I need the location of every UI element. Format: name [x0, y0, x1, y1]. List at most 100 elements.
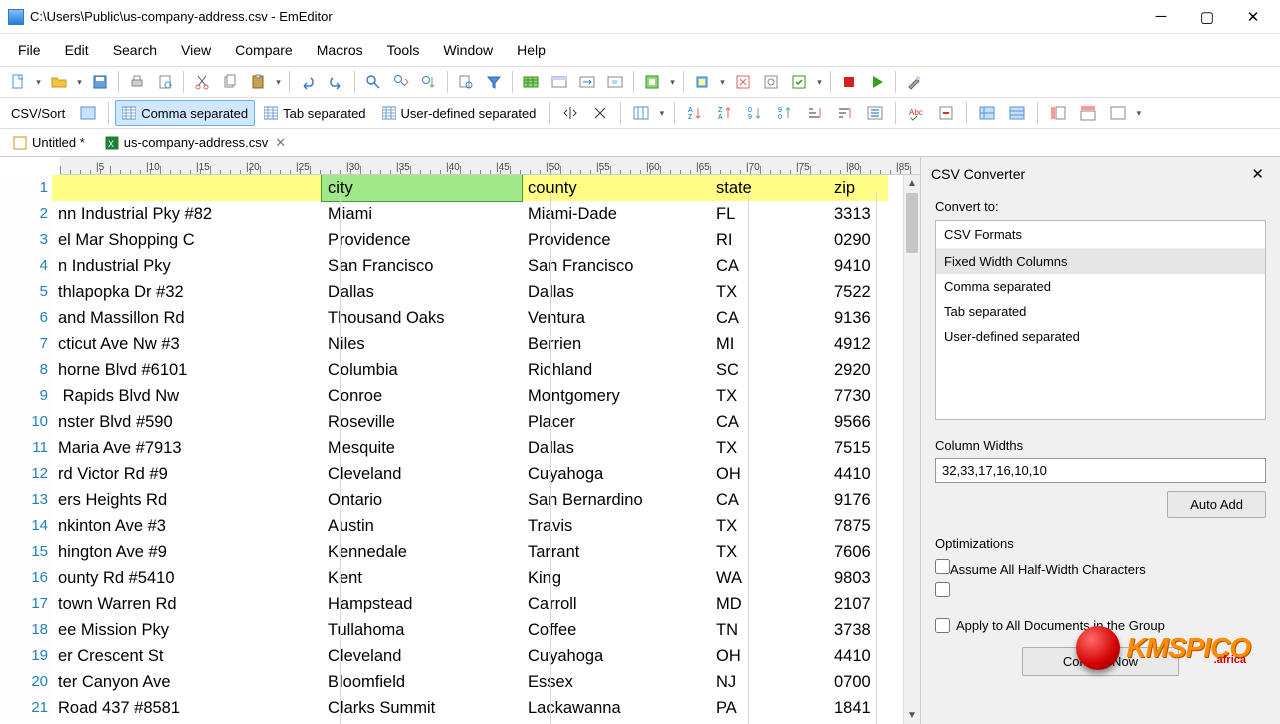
line-number[interactable]: 2: [0, 201, 52, 227]
tab-close-icon[interactable]: ✕: [273, 135, 288, 151]
cell[interactable]: 3738: [828, 617, 888, 643]
format-option[interactable]: User-defined separated: [936, 324, 1265, 349]
cell[interactable]: 9136: [828, 305, 888, 331]
cell[interactable]: 9410: [828, 253, 888, 279]
maximize-button[interactable]: ▢: [1184, 2, 1230, 32]
cell[interactable]: 7730: [828, 383, 888, 409]
cell[interactable]: Travis: [522, 513, 710, 539]
cell[interactable]: and Massillon Rd: [52, 305, 322, 331]
scrollbar-thumb[interactable]: [906, 193, 918, 253]
cell[interactable]: Lackawanna: [522, 695, 710, 721]
cell[interactable]: 4912: [828, 331, 888, 357]
cell[interactable]: 7522: [828, 279, 888, 305]
line-number[interactable]: 20: [0, 669, 52, 695]
vertical-scrollbar[interactable]: ▲ ▼: [903, 175, 920, 724]
tools-button[interactable]: [786, 69, 812, 95]
cell[interactable]: MI: [710, 331, 828, 357]
format-option[interactable]: Comma separated: [936, 274, 1265, 299]
line-number[interactable]: 17: [0, 591, 52, 617]
cell[interactable]: 2107: [828, 591, 888, 617]
menu-window[interactable]: Window: [433, 38, 503, 62]
ruler[interactable]: |5|10|15|20|25|30|35|40|45|50|55|60|65|7…: [60, 157, 920, 175]
properties-button[interactable]: [758, 69, 784, 95]
cell[interactable]: TN: [710, 617, 828, 643]
auto-adjust-button[interactable]: [587, 100, 613, 126]
sort-multi-button[interactable]: [862, 100, 888, 126]
csv-mode-user-defined-separated[interactable]: User-defined separated: [375, 100, 544, 126]
cell[interactable]: Essex: [522, 669, 710, 695]
cell[interactable]: cticut Ave Nw #3: [52, 331, 322, 357]
cell[interactable]: WA: [710, 565, 828, 591]
save-button[interactable]: [87, 69, 113, 95]
cell[interactable]: Providence: [522, 227, 710, 253]
cell[interactable]: Richland: [522, 357, 710, 383]
cell[interactable]: Rapids Blvd Nw: [52, 383, 322, 409]
column-header[interactable]: state: [710, 175, 828, 201]
convert-button[interactable]: [574, 69, 600, 95]
find-next-button[interactable]: [388, 69, 414, 95]
cell[interactable]: TX: [710, 383, 828, 409]
cell[interactable]: Dallas: [522, 279, 710, 305]
cell[interactable]: TX: [710, 435, 828, 461]
convert-now-button[interactable]: Convert Now: [1022, 647, 1179, 676]
copy-button[interactable]: [217, 69, 243, 95]
normal-mode-button[interactable]: [75, 100, 101, 126]
csv-mode-comma-separated[interactable]: Comma separated: [115, 100, 255, 126]
cell[interactable]: Cuyahoga: [522, 461, 710, 487]
cell[interactable]: MD: [710, 591, 828, 617]
cell[interactable]: n Industrial Pky: [52, 253, 322, 279]
cell[interactable]: OH: [710, 461, 828, 487]
cell[interactable]: NJ: [710, 669, 828, 695]
menu-tools[interactable]: Tools: [377, 38, 430, 62]
cell[interactable]: 9803: [828, 565, 888, 591]
cell[interactable]: 7875: [828, 513, 888, 539]
cell[interactable]: TX: [710, 279, 828, 305]
format-option[interactable]: Tab separated: [936, 299, 1265, 324]
cell[interactable]: Dallas: [322, 279, 522, 305]
cell[interactable]: SC: [710, 357, 828, 383]
cell[interactable]: 4410: [828, 461, 888, 487]
cell[interactable]: Roseville: [322, 409, 522, 435]
sort-long-short-button[interactable]: [832, 100, 858, 126]
cell[interactable]: ter Canyon Ave: [52, 669, 322, 695]
cell[interactable]: Kent: [322, 565, 522, 591]
cell[interactable]: ee Mission Pky: [52, 617, 322, 643]
new-button[interactable]: [5, 69, 31, 95]
cell[interactable]: Montgomery: [522, 383, 710, 409]
cell[interactable]: Austin: [322, 513, 522, 539]
paste-dropdown[interactable]: ▾: [272, 69, 285, 95]
open-button[interactable]: [46, 69, 72, 95]
line-number[interactable]: 18: [0, 617, 52, 643]
csv-grid[interactable]: 1citycountystatezip2nn Industrial Pky #8…: [0, 175, 920, 724]
print-button[interactable]: [124, 69, 150, 95]
line-number[interactable]: 12: [0, 461, 52, 487]
line-number[interactable]: 19: [0, 643, 52, 669]
open-dropdown[interactable]: ▾: [73, 69, 86, 95]
record-macro-button[interactable]: [836, 69, 862, 95]
plugins-button[interactable]: [639, 69, 665, 95]
cell[interactable]: hington Ave #9: [52, 539, 322, 565]
line-number[interactable]: 14: [0, 513, 52, 539]
column-header[interactable]: city: [322, 175, 522, 201]
cell[interactable]: 7515: [828, 435, 888, 461]
pivot-button[interactable]: [974, 100, 1000, 126]
find-in-files-button[interactable]: [453, 69, 479, 95]
cell[interactable]: CA: [710, 253, 828, 279]
column-header[interactable]: county: [522, 175, 710, 201]
menu-compare[interactable]: Compare: [225, 38, 303, 62]
csv-mode-button[interactable]: [518, 69, 544, 95]
cell[interactable]: Cleveland: [322, 461, 522, 487]
line-number[interactable]: 10: [0, 409, 52, 435]
line-number[interactable]: 6: [0, 305, 52, 331]
redo-button[interactable]: [323, 69, 349, 95]
heading-button[interactable]: [546, 69, 572, 95]
cell[interactable]: Carroll: [522, 591, 710, 617]
sort-90-button[interactable]: 90: [772, 100, 798, 126]
cell[interactable]: Mesquite: [322, 435, 522, 461]
line-number[interactable]: 8: [0, 357, 52, 383]
delete-dup-button[interactable]: [933, 100, 959, 126]
cell[interactable]: ounty Rd #5410: [52, 565, 322, 591]
print-preview-button[interactable]: [152, 69, 178, 95]
cell[interactable]: 2920: [828, 357, 888, 383]
cell[interactable]: Tarrant: [522, 539, 710, 565]
